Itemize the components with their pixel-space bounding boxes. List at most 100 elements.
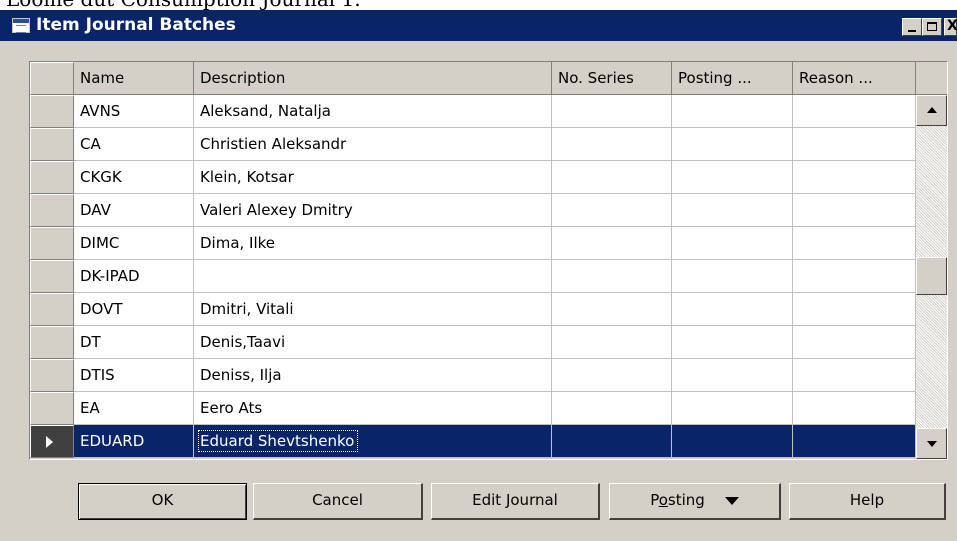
description-cell[interactable] [194, 260, 552, 293]
scroll-down-button[interactable] [916, 428, 947, 459]
row-selector[interactable] [30, 128, 74, 161]
name-cell[interactable]: CKGK [74, 161, 194, 194]
column-header-reason[interactable]: Reason ... [793, 62, 916, 95]
description-cell[interactable]: Klein, Kotsar [194, 161, 552, 194]
column-header-description[interactable]: Description [194, 62, 552, 95]
posting-label-mnemonic: o [658, 491, 668, 509]
minimize-icon [908, 30, 916, 32]
description-cell[interactable]: Dima, Ilke [194, 227, 552, 260]
name-cell[interactable]: DK-IPAD [74, 260, 194, 293]
description-cell[interactable]: Denis,Taavi [194, 326, 552, 359]
description-cell[interactable]: Christien Aleksandr [194, 128, 552, 161]
dropdown-arrow-icon [724, 496, 739, 505]
reason-cell[interactable] [793, 359, 916, 392]
description-cell[interactable]: Deniss, Ilja [194, 359, 552, 392]
no-series-cell[interactable] [552, 194, 672, 227]
no-series-cell[interactable] [552, 392, 672, 425]
name-cell[interactable]: EA [74, 392, 194, 425]
reason-cell[interactable] [793, 326, 916, 359]
cancel-button[interactable]: Cancel [253, 483, 423, 520]
no-series-cell[interactable] [552, 260, 672, 293]
name-cell[interactable]: DAV [74, 194, 194, 227]
name-cell[interactable]: DOVT [74, 293, 194, 326]
posting-cell[interactable] [672, 392, 793, 425]
posting-cell[interactable] [672, 425, 793, 458]
row-selector[interactable] [30, 359, 74, 392]
batches-table[interactable]: Name Description No. Series Posting ... … [29, 61, 948, 460]
posting-dropdown-button[interactable]: Posting [609, 483, 781, 520]
no-series-cell[interactable] [552, 227, 672, 260]
posting-label-start: P [650, 491, 659, 509]
row-selector[interactable] [30, 227, 74, 260]
no-series-cell[interactable] [552, 359, 672, 392]
posting-cell[interactable] [672, 260, 793, 293]
row-selector[interactable] [30, 95, 74, 128]
reason-cell[interactable] [793, 194, 916, 227]
current-row-arrow-icon [46, 436, 53, 448]
window-titlebar[interactable]: Item Journal Batches X [0, 10, 957, 41]
name-cell[interactable]: CA [74, 128, 194, 161]
description-cell-text: Eduard Shevtshenko [197, 430, 359, 452]
edit-journal-button[interactable]: Edit Journal [431, 483, 600, 520]
row-selector[interactable] [30, 161, 74, 194]
posting-cell[interactable] [672, 359, 793, 392]
arrow-down-icon [927, 441, 937, 447]
name-cell[interactable]: DTIS [74, 359, 194, 392]
posting-cell[interactable] [672, 128, 793, 161]
reason-cell[interactable] [793, 95, 916, 128]
posting-cell[interactable] [672, 326, 793, 359]
name-cell[interactable]: DIMC [74, 227, 194, 260]
vertical-scrollbar[interactable] [916, 95, 947, 459]
name-cell[interactable]: EDUARD [74, 425, 194, 458]
column-header-no-series[interactable]: No. Series [552, 62, 672, 95]
row-selector[interactable] [30, 425, 74, 458]
description-cell-focused[interactable]: Eduard Shevtshenko [194, 425, 552, 458]
row-selector[interactable] [30, 260, 74, 293]
posting-label-end: sting [667, 491, 705, 509]
posting-cell[interactable] [672, 95, 793, 128]
background-document-line: Loome dut Consumption Journal 1. [6, 0, 361, 10]
description-cell[interactable]: Valeri Alexey Dmitry [194, 194, 552, 227]
arrow-up-icon [927, 107, 937, 113]
description-cell[interactable]: Dmitri, Vitali [194, 293, 552, 326]
posting-cell[interactable] [672, 293, 793, 326]
reason-cell[interactable] [793, 161, 916, 194]
reason-cell[interactable] [793, 128, 916, 161]
no-series-cell[interactable] [552, 293, 672, 326]
scroll-thumb[interactable] [916, 257, 947, 295]
scroll-up-button[interactable] [916, 95, 947, 126]
no-series-cell[interactable] [552, 128, 672, 161]
maximize-button[interactable] [922, 18, 942, 36]
header-scroll-corner [916, 62, 947, 95]
no-series-cell[interactable] [552, 95, 672, 128]
posting-cell[interactable] [672, 194, 793, 227]
name-cell[interactable]: DT [74, 326, 194, 359]
minimize-button[interactable] [902, 18, 922, 36]
close-button[interactable]: X [944, 18, 957, 36]
posting-cell[interactable] [672, 227, 793, 260]
reason-cell[interactable] [793, 260, 916, 293]
column-header-posting[interactable]: Posting ... [672, 62, 793, 95]
row-selector[interactable] [30, 194, 74, 227]
reason-cell[interactable] [793, 425, 916, 458]
no-series-cell[interactable] [552, 326, 672, 359]
ok-button[interactable]: OK [78, 483, 247, 520]
posting-cell[interactable] [672, 161, 793, 194]
maximize-icon [927, 22, 937, 31]
name-cell[interactable]: AVNS [74, 95, 194, 128]
reason-cell[interactable] [793, 392, 916, 425]
no-series-cell[interactable] [552, 161, 672, 194]
description-cell[interactable]: Aleksand, Natalja [194, 95, 552, 128]
reason-cell[interactable] [793, 227, 916, 260]
window-title: Item Journal Batches [36, 15, 236, 35]
background-document-text: Loome dut Consumption Journal 1. [0, 0, 957, 10]
reason-cell[interactable] [793, 293, 916, 326]
row-selector[interactable] [30, 392, 74, 425]
header-corner [30, 62, 74, 95]
row-selector[interactable] [30, 293, 74, 326]
row-selector[interactable] [30, 326, 74, 359]
column-header-name[interactable]: Name [74, 62, 194, 95]
help-button[interactable]: Help [789, 483, 946, 520]
no-series-cell[interactable] [552, 425, 672, 458]
description-cell[interactable]: Eero Ats [194, 392, 552, 425]
